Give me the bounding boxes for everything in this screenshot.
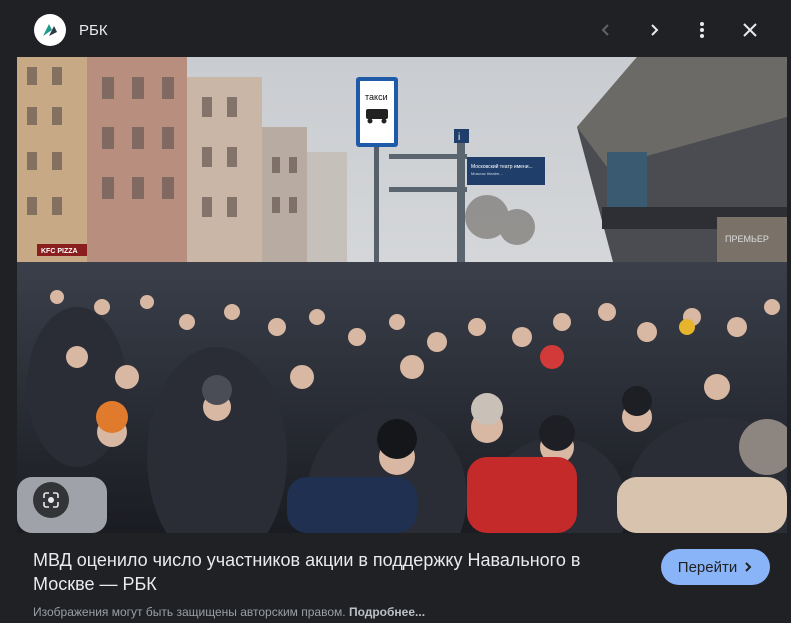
preview-header: РБК (17, 0, 787, 57)
svg-text:такси: такси (365, 92, 388, 102)
rbc-logo-icon[interactable] (34, 14, 66, 46)
article-title[interactable]: МВД оценило число участников акции в под… (33, 548, 613, 596)
close-icon[interactable] (736, 16, 764, 44)
visit-button-label: Перейти (677, 558, 738, 576)
chevron-right-icon[interactable] (640, 16, 668, 44)
building-sign: ПРЕМЬЕР (725, 234, 769, 244)
source-name[interactable]: РБК (79, 22, 108, 39)
svg-text:Московский театр имени...: Московский театр имени... (471, 163, 533, 170)
chevron-right-icon (745, 562, 752, 572)
copyright-notice: Изображения могут быть защищены авторски… (33, 605, 425, 619)
chevron-left-icon[interactable] (592, 16, 620, 44)
copyright-text: Изображения могут быть защищены авторски… (33, 605, 346, 619)
learn-more-link[interactable]: Подробнее... (349, 605, 425, 619)
google-lens-icon[interactable] (33, 482, 69, 518)
visit-button[interactable]: Перейти (661, 549, 770, 585)
svg-text:i: i (458, 132, 460, 143)
image-preview-panel: РБК KFC PIZZA ПРЕМЬЕР такси i Московский… (17, 0, 787, 623)
more-vert-icon[interactable] (688, 16, 716, 44)
crowd (17, 262, 787, 533)
shop-sign: KFC PIZZA (41, 248, 78, 255)
news-photo[interactable]: KFC PIZZA ПРЕМЬЕР такси i Московский теа… (17, 57, 787, 533)
svg-text:Moscow theatre...: Moscow theatre... (471, 171, 503, 176)
